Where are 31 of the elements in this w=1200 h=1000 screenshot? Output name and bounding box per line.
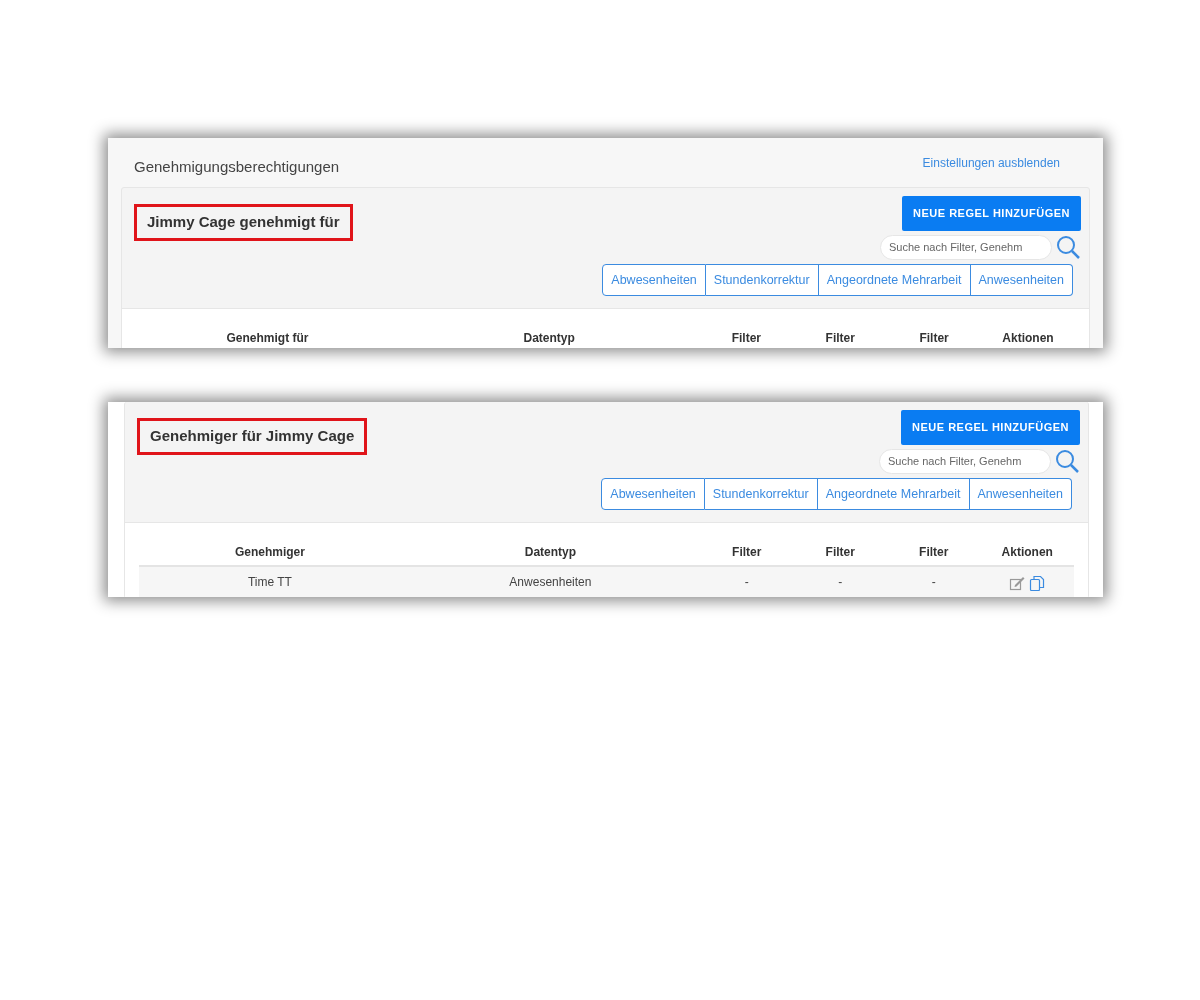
table-cell: - [793,566,887,597]
filter-button[interactable]: Angeordnete Mehrarbeit [817,477,970,511]
search-field[interactable]: Suche nach Filter, Genehm [879,448,1051,474]
copy-icon[interactable] [1029,575,1046,592]
filter-button[interactable]: Anwesenheiten [970,263,1073,297]
add-rule-button[interactable]: NEUE REGEL HINZUFÜGEN [901,410,1080,445]
column-header: Filter [699,329,794,348]
page-title: Genehmigungsberechtigungen [133,157,340,177]
settings-link[interactable]: Einstellungen ausblenden [922,138,1090,172]
search-field[interactable]: Suche nach Filter, Genehm [880,234,1052,260]
table-cell: - [887,566,981,597]
column-header: Aktionen [981,329,1075,348]
filter-button[interactable]: Abwesenheiten [602,263,706,297]
table-cell: - [700,566,794,597]
table-cell: Anwesenheiten [400,566,700,597]
filter-button[interactable]: Abwesenheiten [601,477,705,511]
filter-button[interactable]: Angeordnete Mehrarbeit [818,263,971,297]
edit-icon[interactable] [1009,575,1026,592]
filter-button[interactable]: Stundenkorrektur [704,477,818,511]
column-header: Filter [887,329,982,348]
table-cell: Time TT [139,566,401,597]
search-icon[interactable] [1055,448,1080,474]
column-header: Datentyp [398,329,700,348]
search-icon[interactable] [1056,234,1081,260]
column-header: Filter [793,329,888,348]
column-header: Genehmigt für [136,329,399,348]
add-rule-button[interactable]: NEUE REGEL HINZUFÜGEN [902,196,1081,231]
filter-button[interactable]: Anwesenheiten [969,477,1072,511]
section-heading: Genehmiger für Jimmy Cage [137,418,368,455]
section-heading: Jimmy Cage genehmigt für [134,204,353,241]
filter-button[interactable]: Stundenkorrektur [705,263,819,297]
